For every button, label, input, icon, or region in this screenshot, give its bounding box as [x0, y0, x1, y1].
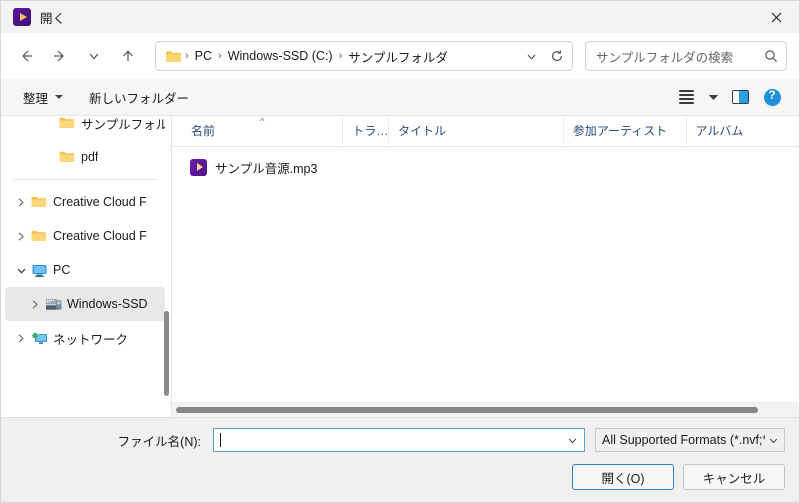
column-header-label: 名前 [191, 124, 216, 138]
filename-input[interactable] [213, 428, 585, 452]
folder-tree: サンプルフォルダ pdf Cre [1, 116, 171, 355]
chevron-right-icon[interactable] [11, 231, 31, 242]
breadcrumb: › PC › Windows-SSD (C:) › サンプルフォルダ [184, 44, 518, 69]
close-icon[interactable] [753, 1, 799, 33]
column-header-label: 参加アーティスト [572, 124, 668, 138]
sidebar-scrollbar-thumb[interactable] [164, 311, 169, 396]
up-button[interactable] [111, 40, 145, 72]
media-player-icon [13, 8, 31, 26]
sidebar-item-creative-cloud-2[interactable]: Creative Cloud F [5, 219, 165, 253]
chevron-down-icon[interactable] [564, 435, 580, 446]
sidebar-item-label: ネットワーク [53, 332, 129, 347]
folder-icon [59, 116, 81, 130]
folder-icon [59, 150, 81, 164]
file-rows: サンプル音源.mp3 [172, 147, 799, 402]
sidebar-item-sample-folder[interactable]: サンプルフォルダ [5, 116, 165, 140]
breadcrumb-separator: › [218, 49, 222, 62]
column-header-label: アルバム [695, 124, 744, 138]
text-cursor [220, 433, 221, 447]
search-input[interactable]: サンプルフォルダの検索 [585, 41, 787, 71]
file-name-label: サンプル音源.mp3 [215, 161, 318, 176]
folder-icon [165, 49, 182, 64]
column-header-album[interactable]: アルバム [685, 116, 799, 146]
chevron-down-icon [55, 95, 64, 99]
column-header-track[interactable]: トラ… [342, 116, 388, 146]
sidebar-item-creative-cloud-1[interactable]: Creative Cloud F [5, 185, 165, 219]
folder-icon [31, 229, 53, 243]
file-type-select[interactable]: All Supported Formats (*.nvf;*.h [595, 428, 785, 452]
preview-pane-icon[interactable] [725, 83, 755, 111]
file-type-value: All Supported Formats (*.nvf;*.h [602, 433, 765, 447]
breadcrumb-separator: › [185, 49, 189, 62]
help-icon[interactable]: ? [757, 83, 787, 111]
sort-ascending-icon: ^ [260, 116, 265, 126]
sidebar-item-label: PC [53, 263, 71, 277]
chevron-right-icon[interactable] [25, 299, 45, 310]
sidebar-item-label: Creative Cloud F [53, 229, 147, 243]
open-file-dialog: 開く › PC › Windows-SSD (C:) › サンプルフォルダ サン… [0, 0, 800, 503]
column-header-row: ^ 名前 トラ… タイトル 参加アーティスト アルバム [172, 116, 799, 147]
network-icon [31, 331, 53, 346]
back-button[interactable] [9, 40, 43, 72]
filename-row: ファイル名(N): All Supported Formats (*.nvf;*… [15, 428, 785, 452]
column-header-label: タイトル [398, 124, 447, 138]
filename-label: ファイル名(N): [117, 434, 201, 449]
sidebar-divider [13, 179, 157, 180]
drive-icon [45, 297, 67, 312]
sidebar-item-label: Creative Cloud F [53, 195, 147, 209]
sidebar-item-pdf[interactable]: pdf [5, 140, 165, 174]
breadcrumb-item-pc[interactable]: PC [190, 46, 217, 66]
sidebar-item-network[interactable]: ネットワーク [5, 321, 165, 355]
navigation-bar: › PC › Windows-SSD (C:) › サンプルフォルダ サンプルフ… [1, 33, 799, 79]
chevron-down-icon[interactable] [518, 43, 544, 69]
column-header-label: トラ… [352, 124, 389, 138]
organize-label: 整理 [23, 91, 49, 106]
sidebar-item-label: pdf [81, 150, 99, 164]
dialog-footer: ファイル名(N): All Supported Formats (*.nvf;*… [1, 417, 799, 502]
column-header-artist[interactable]: 参加アーティスト [562, 116, 686, 146]
refresh-icon[interactable] [544, 43, 570, 69]
sidebar-item-pc[interactable]: PC [5, 253, 165, 287]
open-button[interactable]: 開く(O) [572, 464, 674, 490]
search-placeholder: サンプルフォルダの検索 [596, 50, 734, 65]
view-dropdown-icon[interactable] [703, 83, 723, 111]
help-glyph: ? [763, 88, 781, 106]
forward-button[interactable] [43, 40, 77, 72]
command-bar: 整理 新しいフォルダー ? [1, 79, 799, 116]
new-folder-label: 新しいフォルダー [89, 91, 190, 106]
search-icon[interactable] [764, 49, 778, 63]
file-list-pane: ^ 名前 トラ… タイトル 参加アーティスト アルバム サンプル音源.mp3 [172, 116, 799, 417]
chevron-down-icon[interactable] [765, 435, 781, 446]
command-bar-right-group: ? [671, 83, 787, 111]
title-bar: 開く [1, 1, 799, 33]
organize-button[interactable]: 整理 [15, 83, 71, 112]
chevron-down-icon[interactable] [11, 265, 31, 276]
horizontal-scrollbar[interactable] [172, 402, 799, 417]
address-bar[interactable]: › PC › Windows-SSD (C:) › サンプルフォルダ [155, 41, 573, 71]
navigation-pane: サンプルフォルダ pdf Cre [1, 116, 172, 417]
media-file-icon [190, 158, 207, 176]
pc-icon [31, 263, 53, 278]
breadcrumb-item-drive[interactable]: Windows-SSD (C:) [223, 46, 338, 66]
horizontal-scrollbar-thumb[interactable] [176, 407, 758, 413]
button-row: 開く(O) キャンセル [15, 464, 785, 490]
chevron-right-icon[interactable] [11, 333, 31, 344]
breadcrumb-item-folder[interactable]: サンプルフォルダ [343, 44, 453, 69]
table-row[interactable]: サンプル音源.mp3 [172, 154, 799, 180]
new-folder-button[interactable]: 新しいフォルダー [81, 83, 197, 112]
folder-icon [31, 195, 53, 209]
column-header-title[interactable]: タイトル [388, 116, 563, 146]
column-header-name[interactable]: ^ 名前 [182, 116, 342, 146]
chevron-right-icon[interactable] [11, 197, 31, 208]
window-title: 開く [40, 11, 66, 26]
cancel-button[interactable]: キャンセル [683, 464, 785, 490]
view-list-icon[interactable] [671, 83, 701, 111]
sidebar-item-label: Windows-SSD [67, 297, 148, 311]
sidebar-item-label: サンプルフォルダ [81, 117, 165, 132]
dialog-body: サンプルフォルダ pdf Cre [1, 116, 799, 417]
sidebar-item-windows-ssd[interactable]: Windows-SSD [5, 287, 165, 321]
recent-locations-button[interactable] [77, 40, 111, 72]
